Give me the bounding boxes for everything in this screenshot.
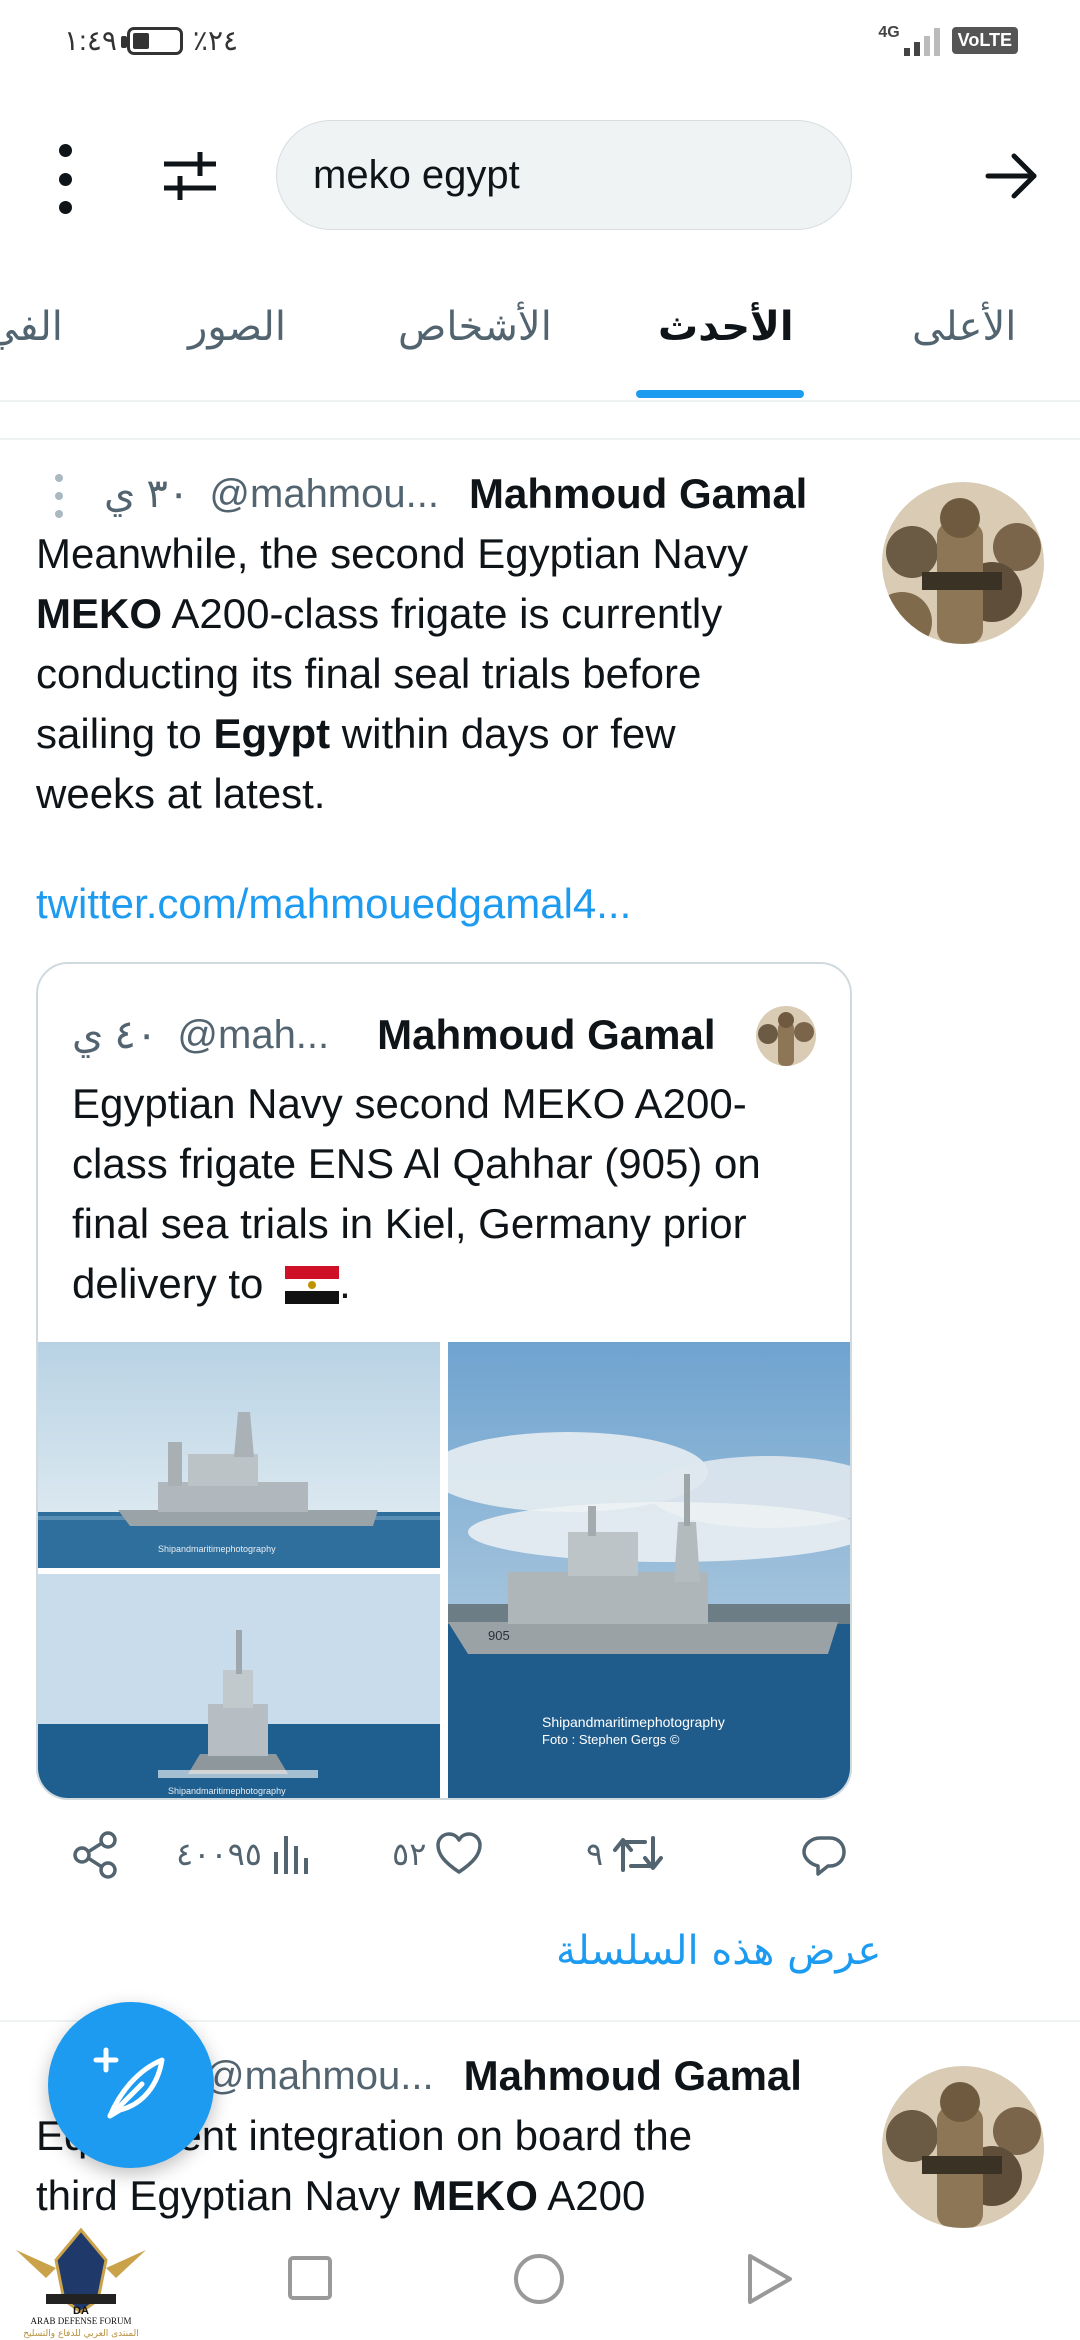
recents-square-icon[interactable] — [286, 2254, 334, 2302]
tweet-line: Meanwhile, the second Egyptian Navy — [36, 530, 749, 577]
tweet-header: ٣٠ ي @mahmou... Mahmoud Gamal — [104, 464, 807, 524]
quoted-text: Egyptian Navy second MEKO A200-class fri… — [72, 1080, 761, 1307]
frigate-photo-1[interactable]: Shipandmaritimephotography — [38, 1342, 440, 1568]
tab-people[interactable]: الأشخاص — [398, 304, 552, 350]
views-chart-icon — [273, 1836, 308, 1874]
tweet-line: conducting its final seal trials before — [36, 650, 702, 697]
compose-feather-icon — [93, 2047, 165, 2119]
photo-caption: Shipandmaritimephotography — [168, 1786, 286, 1796]
share-icon — [73, 1831, 117, 1879]
highlight-term: MEKO — [411, 2172, 538, 2219]
compose-tweet-button[interactable] — [48, 2002, 214, 2168]
tweet-handle: @mahmou... — [204, 2053, 434, 2098]
quoted-tweet-body: Egyptian Navy second MEKO A200-class fri… — [72, 1074, 812, 1314]
view-count: ٤٠٠٩٥ — [176, 1835, 262, 1873]
tweet-line-text: third Egyptian Navy — [36, 2172, 412, 2219]
tweet-handle: @mahmou... — [209, 471, 439, 516]
hull-number: 905 — [488, 1628, 510, 1643]
tweet-author-name[interactable]: Mahmoud Gamal — [464, 2052, 802, 2100]
home-circle-icon[interactable] — [512, 2252, 566, 2306]
tab-photos[interactable]: الصور — [188, 304, 286, 350]
reply-icon — [802, 1836, 846, 1876]
tweet-time: ٣٠ ي — [104, 472, 190, 516]
back-triangle-icon[interactable] — [744, 2252, 794, 2306]
quoted-tweet-handle: @mah... — [177, 1012, 330, 1057]
tweet-line-text: A200 — [537, 2172, 646, 2219]
search-tabs: الأعلى الأحدث الأشخاص الصور الفي — [0, 290, 1080, 402]
avatar[interactable] — [882, 482, 1044, 644]
status-bar: ١:٤٩ ٪٢٤ 4G VoLTE — [0, 0, 1080, 90]
tweet-link[interactable]: twitter.com/mahmouedgamal4... — [36, 880, 631, 928]
battery-percent: ٪٢٤ — [192, 25, 239, 56]
arrow-right-icon[interactable] — [982, 146, 1042, 206]
search-header: meko egypt — [0, 110, 1080, 240]
active-tab-indicator — [636, 390, 804, 398]
tweet-line: weeks at latest. — [36, 770, 326, 817]
status-left: ١:٤٩ ٪٢٤ — [64, 24, 238, 57]
frigate-photo-2[interactable]: Shipandmaritimephotography — [38, 1574, 440, 1798]
heart-icon — [436, 1832, 483, 1874]
quoted-tweet-header: ٤٠ ي @mah... Mahmoud Gamal — [38, 1000, 850, 1070]
quoted-tweet-card[interactable]: ٤٠ ي @mah... Mahmoud Gamal Egyptian Navy… — [36, 962, 852, 1800]
network-type: 4G — [878, 24, 900, 41]
tab-latest[interactable]: الأحدث — [658, 304, 794, 350]
highlight-term: Egypt — [213, 710, 331, 757]
search-input[interactable]: meko egypt — [276, 120, 852, 230]
tweet-header: @mahmou... Mahmoud Gamal — [204, 2046, 802, 2106]
retweet-count: ٩ — [586, 1835, 604, 1873]
egypt-flag-icon — [285, 1266, 340, 1304]
volte-badge: VoLTE — [951, 26, 1018, 54]
battery-icon — [120, 26, 183, 55]
status-right: 4G VoLTE — [878, 24, 1018, 56]
tweet-line: sailing to Egypt within days or few — [36, 704, 748, 764]
photo-credit: Foto : Stephen Gergs © — [542, 1732, 680, 1747]
frigate-photo-3[interactable]: 905 Shipandmaritimephotography Foto : St… — [448, 1342, 850, 1798]
tab-top[interactable]: الأعلى — [912, 304, 1016, 350]
tweet-actions: ٩ ٥٢ ٤٠٠٩٥ — [0, 1820, 1080, 1900]
avatar[interactable] — [882, 2066, 1044, 2228]
system-nav-bar — [0, 2230, 1080, 2340]
tweet-line-text: within days or few — [330, 710, 676, 757]
quoted-text-end: . — [339, 1260, 351, 1307]
views-button[interactable]: ٤٠٠٩٥ — [176, 1830, 314, 1878]
divider — [0, 438, 1080, 440]
highlight-term: MEKO — [36, 590, 162, 637]
tweet-line: third Egyptian Navy MEKO A200 — [36, 2166, 692, 2226]
retweet-icon — [613, 1836, 664, 1872]
clock: ١:٤٩ — [64, 25, 117, 56]
more-options-icon[interactable] — [50, 144, 80, 214]
filter-sliders-icon[interactable] — [160, 146, 220, 206]
tweet-line: MEKO A200-class frigate is currently — [36, 584, 748, 644]
logo-line1: ARAB DEFENSE FORUM — [30, 2316, 131, 2326]
tweet-more-icon[interactable] — [52, 474, 66, 518]
photo-caption: Shipandmaritimephotography — [158, 1544, 276, 1554]
tweet-author-name[interactable]: Mahmoud Gamal — [469, 470, 807, 518]
logo-line2: المنتدى العربي للدفاع والتسليح — [23, 2329, 138, 2339]
arab-defense-forum-logo: DA ARAB DEFENSE FORUM المنتدى العربي للد… — [6, 2220, 156, 2340]
quoted-tweet-author-name: Mahmoud Gamal — [377, 1011, 716, 1058]
tweet-line-text: sailing to — [36, 710, 214, 757]
signal-icon: 4G — [878, 24, 940, 56]
reply-button[interactable] — [800, 1830, 848, 1878]
quoted-tweet-time: ٤٠ ي — [72, 1013, 158, 1057]
retweet-button[interactable]: ٩ — [586, 1830, 665, 1878]
like-count: ٥٢ — [392, 1835, 427, 1873]
tweet-body: Meanwhile, the second Egyptian Navy MEKO… — [36, 524, 748, 824]
tweet-line-text: A200-class frigate is currently — [162, 590, 723, 637]
quoted-avatar — [756, 1006, 816, 1066]
share-button[interactable] — [70, 1830, 120, 1880]
show-thread-link[interactable]: عرض هذه السلسلة — [556, 1928, 881, 1974]
photo-caption: Shipandmaritimephotography — [542, 1714, 725, 1730]
like-button[interactable]: ٥٢ — [392, 1830, 484, 1878]
tab-videos[interactable]: الفي — [0, 304, 63, 350]
